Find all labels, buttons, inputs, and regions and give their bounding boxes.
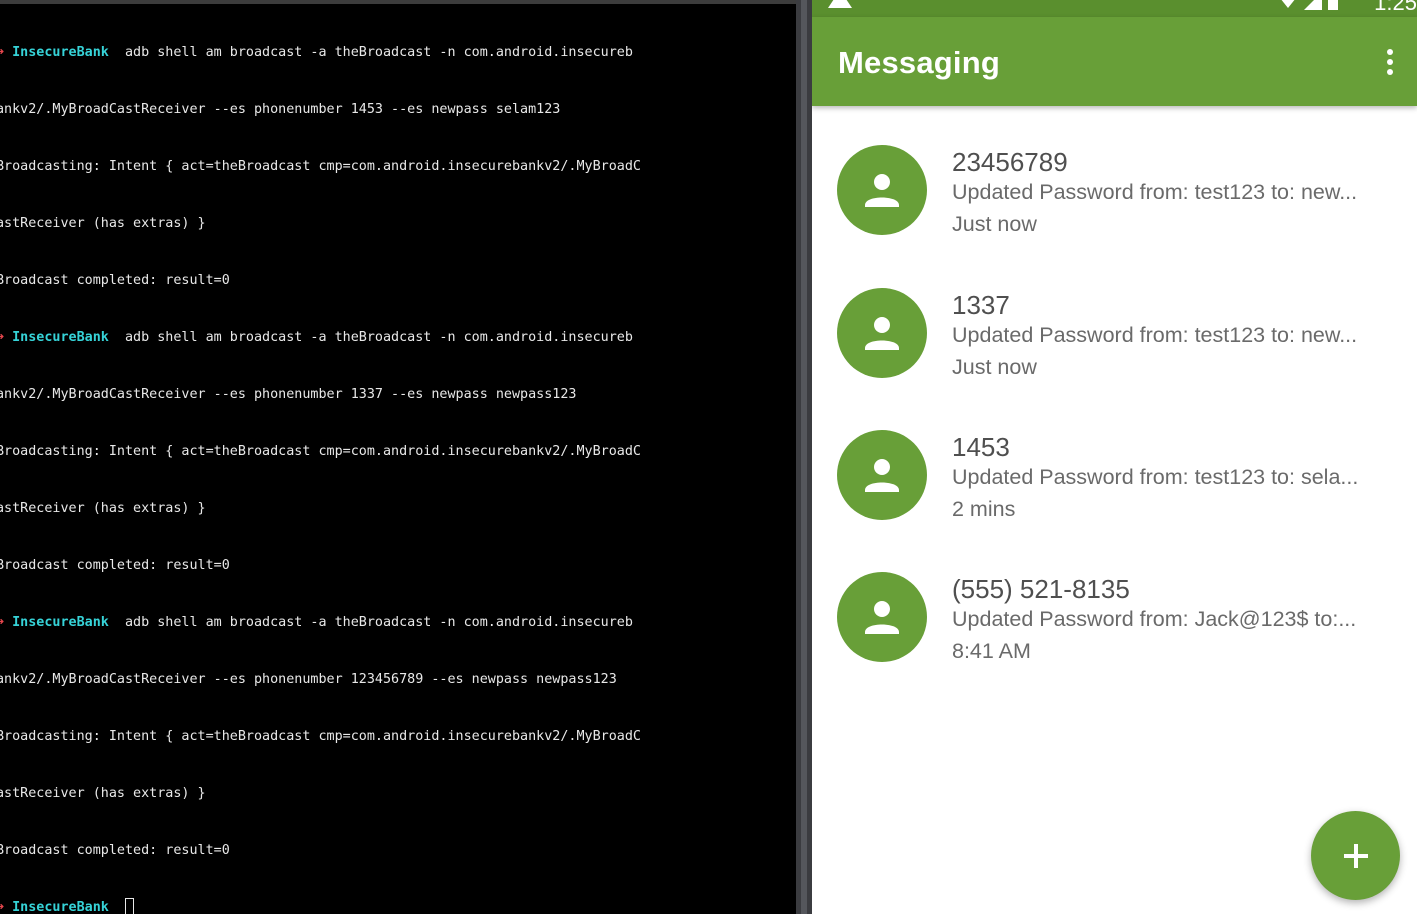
prompt-arrow-icon: ➜ bbox=[0, 615, 5, 630]
app-bar: Messaging bbox=[812, 17, 1417, 106]
avatar bbox=[837, 430, 927, 520]
avatar bbox=[837, 145, 927, 235]
terminal-line: ankv2/.MyBroadCastReceiver --es phonenum… bbox=[0, 385, 796, 404]
conversation-item[interactable]: 23456789 Updated Password from: test123 … bbox=[812, 106, 1417, 248]
output-text: astReceiver (has extras) } bbox=[0, 501, 206, 516]
prompt-arrow-icon: ➜ bbox=[0, 45, 5, 60]
command-text: adb shell am broadcast -a theBroadcast -… bbox=[108, 615, 633, 630]
conversation-sender: 1337 bbox=[952, 290, 1010, 320]
conversation-preview: Updated Password from: test123 to: new..… bbox=[952, 323, 1358, 347]
battery-icon bbox=[1328, 0, 1338, 10]
terminal-line: Broadcasting: Intent { act=theBroadcast … bbox=[0, 157, 796, 176]
terminal-output: ➜ InsecureBank adb shell am broadcast -a… bbox=[0, 5, 796, 914]
terminal-line: Broadcasting: Intent { act=theBroadcast … bbox=[0, 442, 796, 461]
output-text: Broadcasting: Intent { act=theBroadcast … bbox=[0, 159, 641, 174]
prompt-arrow-icon: ➜ bbox=[0, 330, 5, 345]
prompt-arrow-icon: ➜ bbox=[0, 900, 5, 914]
new-message-button[interactable] bbox=[1311, 811, 1400, 900]
pane-divider-handle[interactable] bbox=[801, 0, 807, 914]
person-icon bbox=[865, 317, 899, 350]
conversation-time: 2 mins bbox=[952, 497, 1016, 521]
warning-icon bbox=[828, 0, 852, 8]
output-text: astReceiver (has extras) } bbox=[0, 216, 206, 231]
avatar bbox=[837, 288, 927, 378]
terminal-line: astReceiver (has extras) } bbox=[0, 499, 796, 518]
plus-icon bbox=[1344, 844, 1368, 868]
conversation-time: Just now bbox=[952, 355, 1037, 379]
terminal-line: astReceiver (has extras) } bbox=[0, 214, 796, 233]
conversation-item[interactable]: (555) 521-8135 Updated Password from: Ja… bbox=[812, 533, 1417, 675]
prompt-directory: InsecureBank bbox=[12, 330, 109, 345]
terminal-line: ➜ InsecureBank adb shell am broadcast -a… bbox=[0, 43, 796, 62]
conversation-sender: (555) 521-8135 bbox=[952, 574, 1130, 604]
app-title: Messaging bbox=[838, 45, 1001, 80]
terminal-line: Broadcast completed: result=0 bbox=[0, 271, 796, 290]
output-text: Broadcast completed: result=0 bbox=[0, 558, 230, 573]
status-bar: 1:25 bbox=[812, 0, 1417, 17]
status-time: 1:25 bbox=[1374, 0, 1417, 15]
conversation-preview: Updated Password from: Jack@123$ to:... bbox=[952, 607, 1357, 631]
command-text: ankv2/.MyBroadCastReceiver --es phonenum… bbox=[0, 672, 617, 687]
terminal-line: ankv2/.MyBroadCastReceiver --es phonenum… bbox=[0, 100, 796, 119]
output-text: Broadcasting: Intent { act=theBroadcast … bbox=[0, 444, 641, 459]
conversation-sender: 1453 bbox=[952, 432, 1010, 462]
output-text: Broadcast completed: result=0 bbox=[0, 273, 230, 288]
terminal-line: astReceiver (has extras) } bbox=[0, 784, 796, 803]
terminal-input-line[interactable]: ➜ InsecureBank bbox=[0, 898, 796, 914]
avatar bbox=[837, 572, 927, 662]
output-text: Broadcasting: Intent { act=theBroadcast … bbox=[0, 729, 641, 744]
command-text: ankv2/.MyBroadCastReceiver --es phonenum… bbox=[0, 102, 561, 117]
terminal-line: Broadcasting: Intent { act=theBroadcast … bbox=[0, 727, 796, 746]
prompt-directory: InsecureBank bbox=[12, 45, 109, 60]
terminal-line: ankv2/.MyBroadCastReceiver --es phonenum… bbox=[0, 670, 796, 689]
output-text: Broadcast completed: result=0 bbox=[0, 843, 230, 858]
conversation-sender: 23456789 bbox=[952, 147, 1068, 177]
conversation-time: 8:41 AM bbox=[952, 639, 1031, 663]
terminal-line: Broadcast completed: result=0 bbox=[0, 841, 796, 860]
conversation-item[interactable]: 1453 Updated Password from: test123 to: … bbox=[812, 391, 1417, 533]
prompt-directory: InsecureBank bbox=[12, 615, 109, 630]
prompt-directory: InsecureBank bbox=[12, 900, 109, 914]
overflow-menu-icon[interactable] bbox=[1377, 47, 1403, 81]
terminal-line: ➜ InsecureBank adb shell am broadcast -a… bbox=[0, 613, 796, 632]
conversation-preview: Updated Password from: test123 to: new..… bbox=[952, 180, 1358, 204]
cell-signal-icon bbox=[1304, 0, 1322, 10]
wifi-icon bbox=[1280, 0, 1296, 8]
android-screen: 1:25 Messaging 23456789 Updated Password… bbox=[812, 0, 1417, 914]
terminal-line: Broadcast completed: result=0 bbox=[0, 556, 796, 575]
terminal-window[interactable]: ➜ InsecureBank adb shell am broadcast -a… bbox=[0, 0, 796, 914]
terminal-cursor[interactable] bbox=[125, 898, 134, 914]
conversation-time: Just now bbox=[952, 212, 1037, 236]
person-icon bbox=[865, 601, 899, 634]
terminal-top-border bbox=[0, 0, 796, 4]
person-icon bbox=[865, 174, 899, 207]
command-text: adb shell am broadcast -a theBroadcast -… bbox=[108, 45, 633, 60]
conversation-item[interactable]: 1337 Updated Password from: test123 to: … bbox=[812, 249, 1417, 391]
command-text: ankv2/.MyBroadCastReceiver --es phonenum… bbox=[0, 387, 577, 402]
person-icon bbox=[865, 459, 899, 492]
output-text: astReceiver (has extras) } bbox=[0, 786, 206, 801]
conversation-preview: Updated Password from: test123 to: sela.… bbox=[952, 465, 1359, 489]
terminal-line: ➜ InsecureBank adb shell am broadcast -a… bbox=[0, 328, 796, 347]
command-text: adb shell am broadcast -a theBroadcast -… bbox=[108, 330, 633, 345]
